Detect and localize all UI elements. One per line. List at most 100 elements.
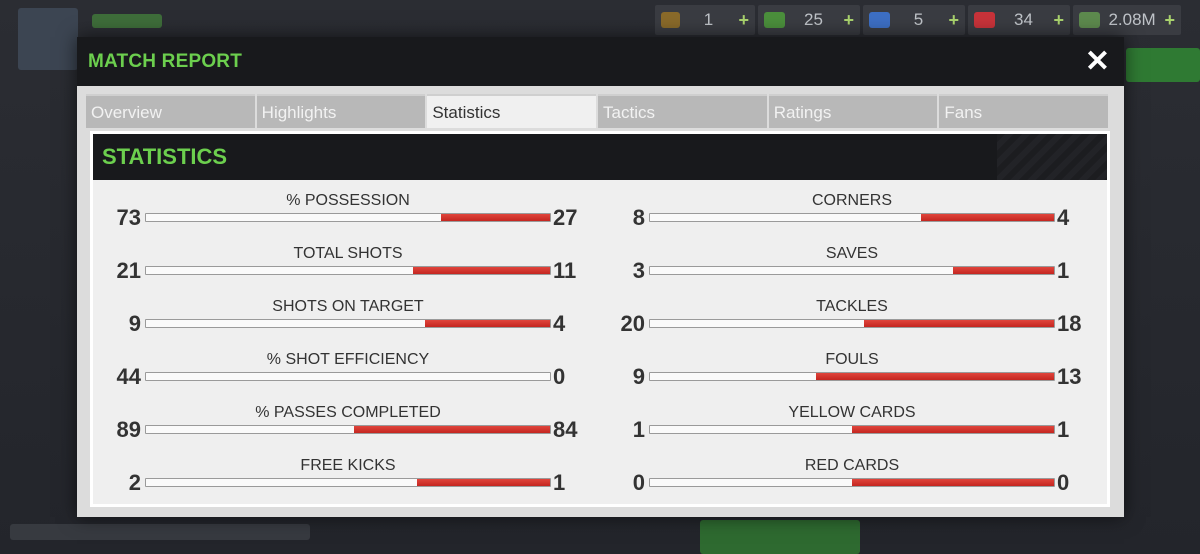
token-coin-icon [661, 12, 681, 28]
resource-medical: 34 + [968, 5, 1070, 35]
tab-highlights[interactable]: Highlights [256, 94, 426, 128]
comparison-bar [649, 372, 1055, 381]
panel-title: STATISTICS [102, 144, 228, 169]
away-share-fill [412, 267, 550, 274]
energy-icon [869, 12, 891, 28]
stat-label: % PASSES COMPLETED [255, 404, 441, 421]
stat-row-total-shots: 21 TOTAL SHOTS 11 [93, 245, 578, 285]
modal-header: MATCH REPORT ✕ [77, 37, 1124, 86]
resource-energy: 5 + [863, 5, 965, 35]
away-value: 4 [553, 311, 566, 336]
home-value: 3 [632, 258, 645, 283]
stat-row-tackles: 20 TACKLES 18 [597, 298, 1082, 338]
comparison-bar [649, 425, 1055, 434]
away-value: 0 [553, 364, 566, 389]
stat-label: FREE KICKS [300, 457, 396, 474]
comparison-bar [145, 266, 551, 275]
stat-label: RED CARDS [804, 457, 900, 474]
resource-money: 2.08M + [1073, 5, 1181, 35]
tab-bar: Overview Highlights Statistics Tactics Ratin… [86, 94, 1109, 128]
stat-row-free-kicks: 2 FREE KICKS 1 [93, 457, 578, 497]
stat-row-possession: 73 % POSSESSION 27 [93, 192, 578, 232]
home-value: 8 [632, 205, 645, 230]
away-value: 1 [553, 470, 566, 495]
away-value: 4 [1057, 205, 1070, 230]
home-value: 1 [632, 417, 645, 442]
panel-header: STATISTICS [93, 134, 1107, 180]
background-avatar [18, 8, 78, 70]
stat-label: TOTAL SHOTS [293, 245, 403, 262]
background-button [700, 520, 860, 554]
home-value: 21 [116, 258, 141, 283]
stat-row-red-cards: 0 RED CARDS 0 [597, 457, 1082, 497]
away-value: 1 [1057, 417, 1070, 442]
statistics-panel: STATISTICS 73% POSSESSION 27 21 TOTAL SHOTS… [90, 131, 1110, 507]
stat-row-yellow-cards: 1 YELLOW CARDS 1 [597, 404, 1082, 444]
comparison-bar [649, 478, 1055, 487]
stat-label: YELLOW CARDS [788, 404, 916, 421]
tab-overview[interactable]: Overview [86, 94, 255, 128]
away-share-fill [852, 479, 1054, 486]
home-value: 0 [632, 470, 645, 495]
away-share-fill [440, 214, 550, 221]
tab-tactics[interactable]: Tactics [598, 94, 767, 128]
home-value: 2 [128, 470, 141, 495]
away-share-fill [864, 320, 1054, 327]
close-icon[interactable]: ✕ [1085, 46, 1110, 77]
stat-row-shots-on-target: 9 SHOTS ON TARGET 4 [93, 298, 578, 338]
medical-icon [974, 12, 996, 28]
away-value: 18 [1057, 311, 1082, 336]
stat-label: % POSSESSION [286, 192, 410, 209]
away-value: 27 [553, 205, 578, 230]
home-value: 44 [116, 364, 141, 389]
tab-ratings[interactable]: Ratings [768, 94, 938, 128]
resource-cash: 25 + [758, 5, 860, 35]
tab-statistics[interactable]: Statistics [427, 94, 597, 128]
stat-row-corners: 8 CORNERS 4 [597, 192, 1082, 232]
tab-fans[interactable]: Fans [939, 94, 1109, 128]
add-resource-button[interactable]: + [843, 10, 854, 31]
stats-grid: 73% POSSESSION 27 21 TOTAL SHOTS 11 9 SHOTS ON… [93, 180, 1107, 510]
stat-label: TACKLES [816, 298, 888, 315]
comparison-bar [145, 213, 551, 222]
money-icon [1079, 12, 1101, 28]
currency-bar: 1 +25 +5 +34 +2.08M + [655, 5, 1181, 35]
comparison-bar [145, 478, 551, 487]
add-resource-button[interactable]: + [738, 10, 749, 31]
stat-row-saves: 3 SAVES 1 [597, 245, 1082, 285]
comparison-bar [145, 319, 551, 328]
background-text [10, 524, 310, 540]
comparison-bar [649, 213, 1055, 222]
away-value: 84 [553, 417, 578, 442]
away-share-fill [920, 214, 1054, 221]
away-value: 1 [1057, 258, 1070, 283]
comparison-bar [145, 372, 551, 381]
add-resource-button[interactable]: + [948, 10, 959, 31]
stat-label: % SHOT EFFICIENCY [266, 351, 430, 368]
resource-value: 1 [703, 10, 714, 29]
stat-row-shot-efficiency: 44 % SHOT EFFICIENCY 0 [93, 351, 578, 391]
away-share-fill [424, 320, 550, 327]
away-share-fill [416, 479, 550, 486]
home-value: 9 [128, 311, 141, 336]
away-value: 0 [1057, 470, 1070, 495]
stat-label: CORNERS [811, 192, 892, 209]
add-resource-button[interactable]: + [1164, 10, 1175, 31]
home-value: 73 [116, 205, 141, 230]
modal-title: MATCH REPORT [88, 50, 243, 72]
stat-row-fouls: 9 FOULS 13 [597, 351, 1082, 391]
home-value: 20 [620, 311, 645, 336]
comparison-bar [145, 425, 551, 434]
away-share-fill [354, 426, 550, 433]
comparison-bar [649, 319, 1055, 328]
stat-label: FOULS [825, 351, 879, 368]
home-value: 89 [116, 417, 141, 442]
add-resource-button[interactable]: + [1053, 10, 1064, 31]
resource-value: 5 [913, 10, 924, 29]
background-button [1126, 48, 1200, 82]
resource-token-coin: 1 + [655, 5, 755, 35]
match-report-modal: MATCH REPORT ✕ Overview Highlights Statist… [77, 37, 1124, 517]
away-share-fill [953, 267, 1054, 274]
resource-value: 2.08M [1108, 10, 1156, 29]
stat-label: SAVES [825, 245, 879, 262]
